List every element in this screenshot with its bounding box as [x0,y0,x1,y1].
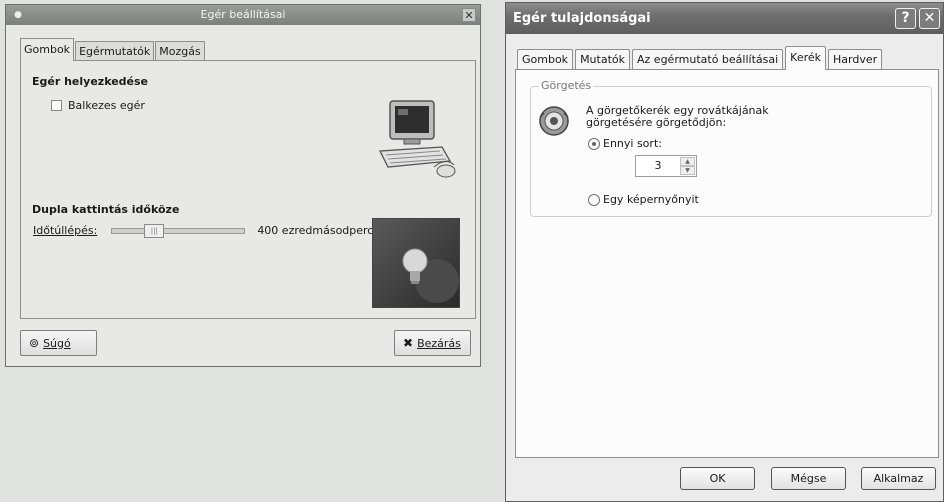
xp-mouse-properties-window: Egér tulajdonságai ? ✕ Gombok Mutatók Az… [505,2,944,502]
ok-button[interactable]: OK [680,467,755,490]
scroll-wheel-icon [539,106,569,136]
left-handed-checkbox-box[interactable] [51,100,62,111]
spin-down-icon[interactable]: ▼ [680,166,695,175]
help-button[interactable]: ⊚ Súgó [20,330,97,356]
lines-spinbox[interactable]: 3 ▲ ▼ [635,155,697,177]
gnome-tab-bar: Gombok Egérmutatók Mozgás [20,38,206,61]
close-button[interactable]: ✖ Bezárás [394,330,471,356]
window-menu-icon[interactable]: ● [12,9,24,21]
screen-radio[interactable]: Egy képernyőnyit [588,193,699,206]
xp-title-bar[interactable]: Egér tulajdonságai ? ✕ [506,3,943,34]
tab-kerek[interactable]: Kerék [785,46,827,70]
help-question-icon[interactable]: ? [895,8,916,29]
xp-tab-bar: Gombok Mutatók Az egérmutató beállításai… [517,45,884,70]
scrolling-group: Görgetés A görgetőkerék egy rovátkájának… [530,79,932,217]
spin-up-icon[interactable]: ▲ [680,157,695,166]
lines-spinbox-value[interactable]: 3 [636,156,680,176]
xp-window-title: Egér tulajdonságai [513,11,651,26]
wheel-panel: Görgetés A görgetőkerék egy rovátkájának… [515,69,939,458]
cancel-button[interactable]: Mégse [771,467,846,490]
gnome-window-title: Egér beállításai [200,8,286,21]
apply-button[interactable]: Alkalmaz [861,467,936,490]
mouse-orientation-heading: Egér helyezkedése [32,75,149,88]
help-button-label: Súgó [43,336,71,350]
tab-gombok[interactable]: Gombok [20,38,75,61]
gnome-title-bar[interactable]: ● Egér beállításai ✕ [6,5,480,25]
gnome-close-icon[interactable]: ✕ [462,8,476,22]
gnome-mouse-preferences-window: ● Egér beállításai ✕ Gombok Egérmutatók … [5,4,481,367]
timeout-value: 400 ezredmásodperc [257,224,374,237]
double-click-test-area[interactable] [372,218,460,308]
double-click-heading: Dupla kattintás időköze [32,203,180,216]
scroll-description: A görgetőkerék egy rovátkájának görgetés… [586,105,769,129]
double-click-timeout-row: Időtúllépés: ||| 400 ezredmásodperc [33,223,374,238]
lines-radio-label: Ennyi sort: [603,137,662,150]
left-handed-checkbox-label: Balkezes egér [68,99,145,112]
timeout-slider[interactable]: ||| [111,223,246,238]
screen-radio-label: Egy képernyőnyit [603,193,699,206]
tab-mozgas[interactable]: Mozgás [155,41,205,61]
xp-dialog-body: Gombok Mutatók Az egérmutató beállításai… [509,34,940,498]
computer-mouse-icon [378,100,456,178]
lines-radio[interactable]: Ennyi sort: [588,137,662,150]
tab-mutatok[interactable]: Mutatók [575,49,630,69]
xp-close-icon[interactable]: ✕ [919,8,940,29]
tab-pointer-options[interactable]: Az egérmutató beállításai [632,49,784,69]
close-button-label: Bezárás [417,336,461,350]
lightbulb-icon [402,248,459,303]
tab-hardver[interactable]: Hardver [828,49,883,69]
screen-radio-button[interactable] [588,193,600,206]
timeout-slider-thumb[interactable]: ||| [144,223,165,238]
gnome-buttons-panel: Egér helyezkedése Balkezes egér Dupla ka… [20,60,476,319]
left-handed-checkbox[interactable]: Balkezes egér [51,99,145,112]
lines-radio-button[interactable] [588,137,600,150]
scroll-description-line2: görgetésére görgetődjön: [586,116,727,129]
timeout-label: Időtúllépés: [33,224,98,237]
close-x-icon: ✖ [403,336,414,350]
tab-gombok[interactable]: Gombok [517,49,574,69]
tab-egermutatok[interactable]: Egérmutatók [75,41,155,61]
help-icon: ⊚ [29,336,40,350]
scrolling-group-label: Görgetés [539,79,594,92]
